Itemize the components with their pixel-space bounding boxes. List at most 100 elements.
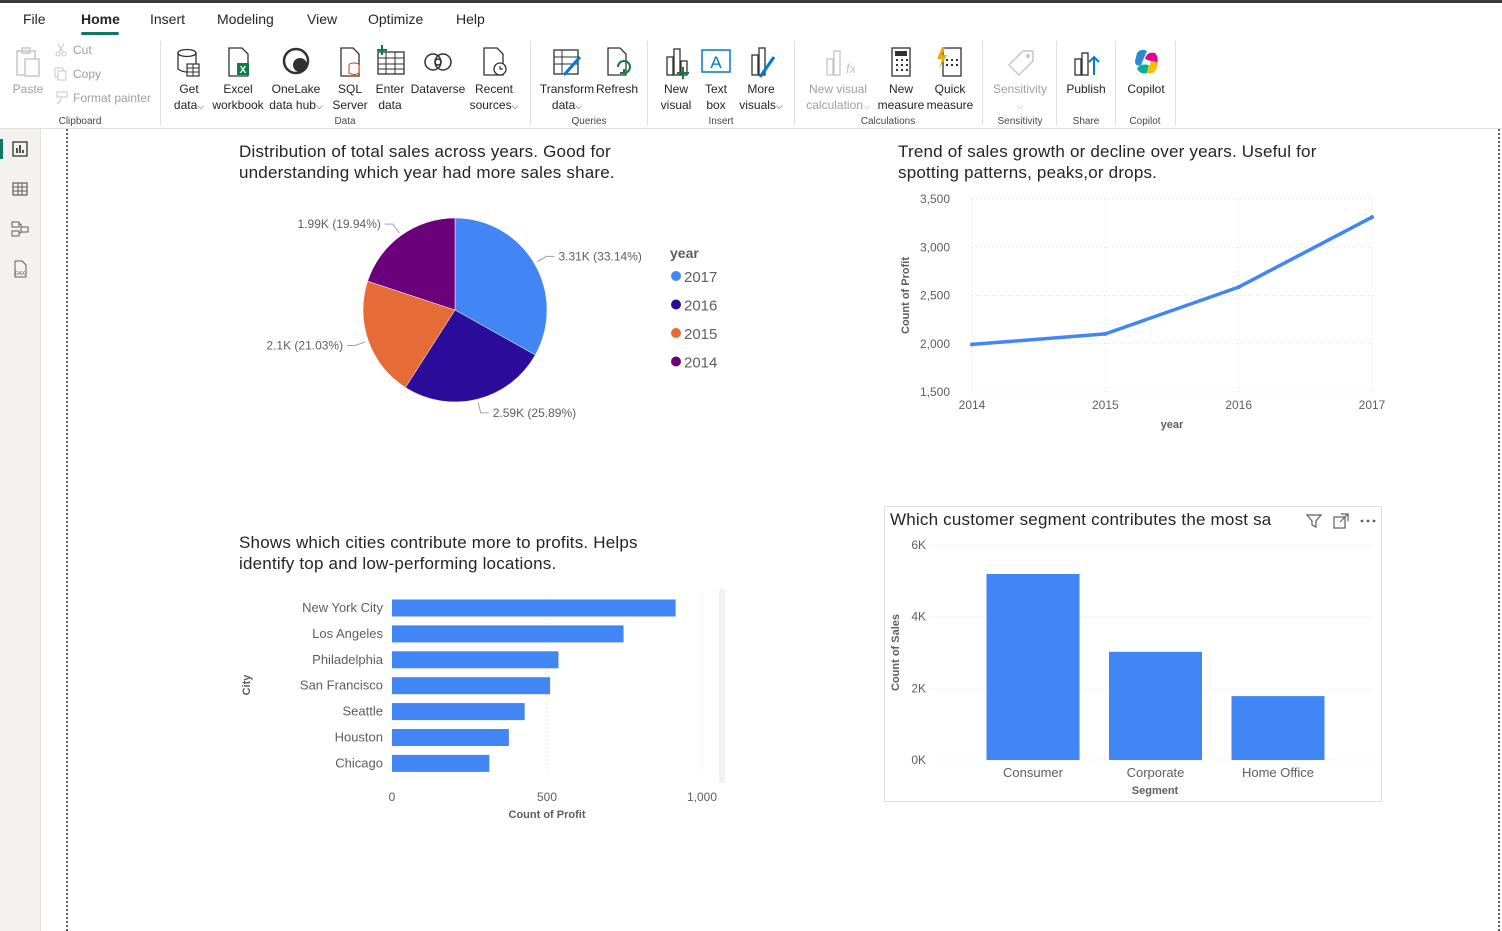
text-box-button[interactable]: A Text box [697,45,735,113]
sql-server-icon [340,47,360,77]
svg-text:DAX: DAX [15,271,26,277]
x-axis-title: Segment [1132,785,1179,797]
sales-by-year-pie-chart[interactable]: 3.31K (33.14%) 2.59K (25.89%) 2.1K (21.03%… [240,190,740,430]
transform-data-button[interactable]: Transform data⌵ [538,45,596,114]
ribbon-separator [160,41,161,125]
profit-trend-line-chart[interactable]: 1,500 2,000 2,500 3,000 3,500 2014 2015 2016 201… [890,185,1400,435]
bar-los-angeles [392,625,624,643]
ribbon-separator [530,41,531,125]
group-label-data: Data [334,116,356,127]
legend-title: year [670,245,699,261]
legend-marker-2016 [671,299,681,310]
x-tick-label: 2017 [1359,398,1386,412]
sql-server-button[interactable]: SQL Server [330,45,370,113]
group-label-queries: Queries [571,116,607,127]
pie-visual-title: Distribution of total sales across years… [239,142,615,182]
table-view-icon[interactable] [10,179,30,199]
column-home-office [1231,696,1325,760]
transform-data-icon [553,49,582,76]
recent-sources-icon [483,47,507,76]
city-label: San Francisco [300,678,383,693]
pie-leader-line [384,223,400,234]
more-visuals-icon [751,47,776,78]
svg-text:X: X [240,65,247,76]
svg-text:fx: fx [846,61,855,76]
y-tick-label: 3,500 [920,192,950,206]
svg-text:A: A [710,53,722,72]
city-label: Houston [335,730,383,745]
bar-houston [392,729,509,746]
new-visual-button[interactable]: New visual [655,45,697,113]
paste-button[interactable]: Paste [10,45,46,97]
publish-button[interactable]: Publish [1062,45,1110,97]
focus-mode-icon[interactable] [1332,512,1350,530]
excel-icon: X [228,47,249,77]
new-visual-calculation-button[interactable]: fx New visualcalculation⌵ [802,45,874,114]
line-series-profit [971,215,1373,347]
tab-insert[interactable]: Insert [150,11,185,27]
page-right-boundary [1498,129,1500,931]
dataverse-button[interactable]: Dataverse [410,45,466,97]
refresh-button[interactable]: Refresh [596,45,638,97]
onelake-data-hub-button[interactable]: OneLake data hub⌵ [266,45,326,114]
y-axis-title: Count of Sales [890,614,902,691]
tab-modeling[interactable]: Modeling [217,11,274,27]
x-tick-label: 2015 [1092,398,1119,412]
dataverse-icon [424,53,452,71]
tab-help[interactable]: Help [456,11,485,27]
get-data-button[interactable]: Get data⌵ [168,45,210,114]
tab-optimize[interactable]: Optimize [368,11,423,27]
tab-view[interactable]: View [307,11,337,27]
ribbon-separator [794,41,795,125]
x-tick-label: 500 [537,790,557,804]
tab-file[interactable]: File [23,11,46,27]
calculator-icon [891,47,911,77]
dax-query-view-icon[interactable]: DAX [10,259,30,279]
bar-san-francisco [392,677,551,695]
group-label-copilot: Copilot [1129,116,1161,127]
format-painter-button[interactable]: Format painter [54,91,151,105]
y-tick-label: 3,000 [920,240,950,254]
line-data-point [1103,331,1108,336]
quick-measure-button[interactable]: Quick measure [926,45,974,113]
ribbon: Paste Cut Copy Format painter Clipboard … [0,37,1502,129]
y-axis-title: City [241,674,253,696]
city-label: Seattle [343,704,383,719]
excel-workbook-button[interactable]: X Excel workbook [210,45,266,113]
recent-sources-button[interactable]: Recent sources⌵ [466,45,522,114]
ribbon-separator [1115,41,1116,125]
line-visual-title: Trend of sales growth or decline over ye… [898,142,1317,182]
y-tick-label: 2,000 [920,337,950,351]
tab-home[interactable]: Home [81,11,120,27]
pie-data-label: 2.1K (21.03%) [266,338,343,352]
ribbon-separator [647,41,648,125]
report-view-icon[interactable] [10,139,30,159]
ribbon-separator [1056,41,1057,125]
more-options-icon[interactable] [1359,512,1377,530]
enter-data-button[interactable]: Enter data [370,45,410,113]
filter-icon[interactable] [1305,512,1323,530]
sensitivity-button[interactable]: Sensitivity ⌵ [990,45,1050,114]
active-view-indicator [0,139,3,159]
more-visuals-button[interactable]: More visuals⌵ [735,45,787,114]
paintbrush-icon [56,91,68,105]
x-tick-label: 1,000 [687,790,717,804]
visual-calculation-icon: fx [826,50,855,76]
database-icon [177,48,200,77]
copy-button[interactable]: Copy [54,67,101,81]
sensitivity-icon [1007,50,1034,77]
segment-label: Corporate [1127,765,1185,780]
ribbon-separator [1175,41,1176,125]
profit-by-city-bar-chart[interactable]: 0 500 1,000 New York City Los Angeles Philade… [230,585,740,825]
copilot-button[interactable]: Copilot [1122,45,1170,97]
sales-by-segment-column-chart[interactable]: 0K 2K 4K 6K Consumer Corporate Home Office Segm… [885,530,1381,800]
x-axis-title: year [1161,419,1184,431]
legend-marker-2017 [671,271,681,281]
group-label-clipboard: Clipboard [58,116,102,127]
model-view-icon[interactable] [10,219,30,239]
x-tick-label: 2016 [1225,398,1252,412]
new-measure-button[interactable]: New measure [876,45,926,113]
group-label-calculations: Calculations [860,116,916,127]
cut-button[interactable]: Cut [54,43,92,57]
city-label: New York City [302,600,383,615]
